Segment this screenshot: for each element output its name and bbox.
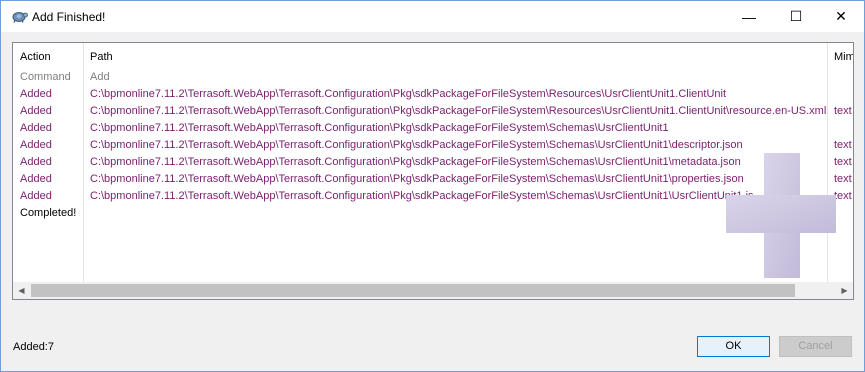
list-header: Action Path Mime	[13, 43, 853, 72]
list-row[interactable]: Added C:\bpmonline7.11.2\Terrasoft.WebAp…	[13, 137, 853, 154]
row-action: Command	[20, 71, 71, 83]
list-row[interactable]: Added C:\bpmonline7.11.2\Terrasoft.WebAp…	[13, 188, 853, 205]
row-action: Completed!	[20, 207, 77, 219]
status-text: Added:7	[13, 341, 54, 353]
list-row[interactable]: Command Add	[13, 69, 853, 86]
row-action: Added	[20, 105, 52, 117]
list-row[interactable]: Added C:\bpmonline7.11.2\Terrasoft.WebAp…	[13, 154, 853, 171]
maximize-button[interactable]: ☐	[773, 1, 819, 32]
row-path: C:\bpmonline7.11.2\Terrasoft.WebApp\Terr…	[90, 88, 727, 100]
results-list[interactable]: Action Path Mime Command Add Added C:\bp…	[12, 42, 854, 300]
row-mime: text	[834, 139, 852, 151]
list-row[interactable]: Completed!	[13, 205, 853, 222]
row-action: Added	[20, 122, 52, 134]
list-row[interactable]: Added C:\bpmonline7.11.2\Terrasoft.WebAp…	[13, 171, 853, 188]
list-rows: Command Add Added C:\bpmonline7.11.2\Ter…	[13, 69, 853, 222]
dialog-window: Add Finished! — ☐ ✕ Action Path Mime Com…	[0, 0, 865, 372]
row-action: Added	[20, 173, 52, 185]
ok-button[interactable]: OK	[697, 336, 770, 357]
row-action: Added	[20, 156, 52, 168]
column-header-path[interactable]: Path	[83, 43, 827, 72]
row-action: Added	[20, 190, 52, 202]
scrollbar-thumb[interactable]	[31, 284, 795, 297]
list-row[interactable]: Added C:\bpmonline7.11.2\Terrasoft.WebAp…	[13, 120, 853, 137]
scroll-left-icon[interactable]: ◀	[13, 282, 30, 299]
row-mime: text	[834, 190, 852, 202]
row-path: C:\bpmonline7.11.2\Terrasoft.WebApp\Terr…	[90, 105, 827, 117]
row-path: C:\bpmonline7.11.2\Terrasoft.WebApp\Terr…	[90, 190, 754, 202]
row-action: Added	[20, 88, 52, 100]
row-path: C:\bpmonline7.11.2\Terrasoft.WebApp\Terr…	[90, 156, 741, 168]
title-bar: Add Finished! — ☐ ✕	[1, 1, 864, 32]
row-path: C:\bpmonline7.11.2\Terrasoft.WebApp\Terr…	[90, 139, 743, 151]
close-button[interactable]: ✕	[818, 1, 864, 32]
cancel-button[interactable]: Cancel	[779, 336, 852, 357]
row-path: Add	[90, 71, 110, 83]
list-row[interactable]: Added C:\bpmonline7.11.2\Terrasoft.WebAp…	[13, 86, 853, 103]
column-header-action[interactable]: Action	[13, 43, 83, 72]
window-title: Add Finished!	[32, 10, 106, 24]
tortoise-icon	[12, 12, 28, 23]
column-header-mime[interactable]: Mime	[827, 43, 853, 72]
scroll-right-icon[interactable]: ▶	[836, 282, 853, 299]
row-action: Added	[20, 139, 52, 151]
horizontal-scrollbar[interactable]: ◀ ▶	[13, 282, 853, 299]
list-row[interactable]: Added C:\bpmonline7.11.2\Terrasoft.WebAp…	[13, 103, 853, 120]
minimize-button[interactable]: —	[726, 1, 772, 32]
row-mime: text	[834, 173, 852, 185]
row-mime: text	[834, 156, 852, 168]
row-path: C:\bpmonline7.11.2\Terrasoft.WebApp\Terr…	[90, 173, 744, 185]
row-path: C:\bpmonline7.11.2\Terrasoft.WebApp\Terr…	[90, 122, 669, 134]
row-mime: text	[834, 105, 852, 117]
